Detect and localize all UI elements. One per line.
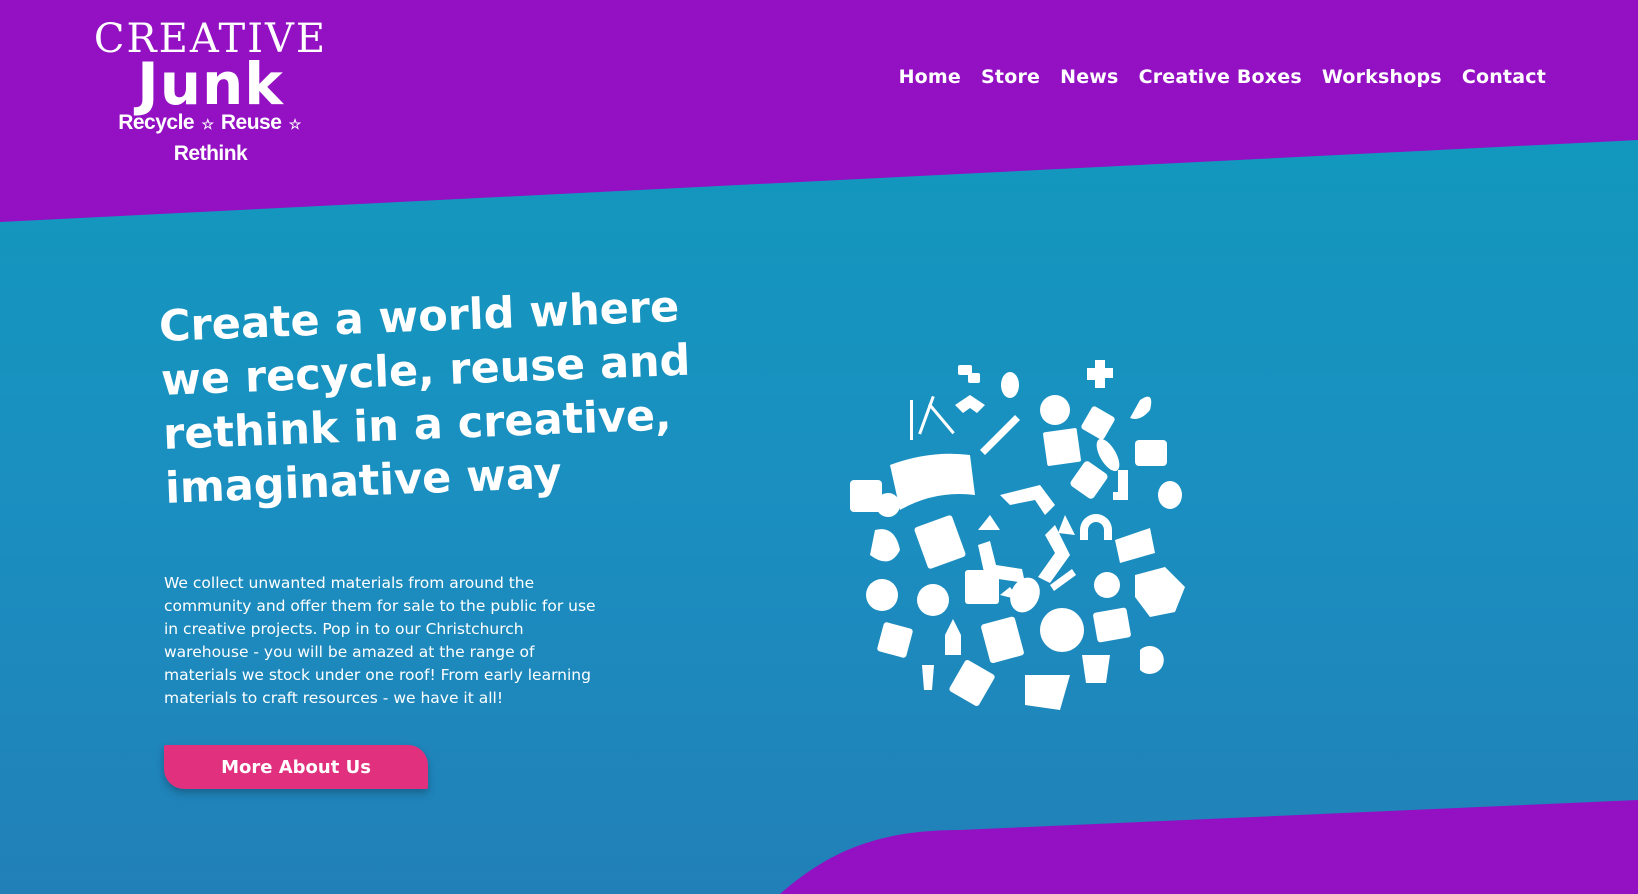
star-icon: ☆ [201, 116, 214, 132]
main-nav: Home Store News Creative Boxes Workshops… [899, 66, 1546, 88]
site-logo[interactable]: CREATIVE Junk Recycle ☆ Reuse ☆ Rethink [88, 18, 333, 165]
nav-creative-boxes[interactable]: Creative Boxes [1139, 66, 1302, 88]
hero-description: We collect unwanted materials from aroun… [164, 574, 596, 707]
nav-workshops[interactable]: Workshops [1322, 66, 1442, 88]
logo-junk: Junk [137, 50, 284, 118]
nav-home[interactable]: Home [899, 66, 961, 88]
nav-contact[interactable]: Contact [1462, 66, 1546, 88]
logo-tagline-rethink: Rethink [173, 142, 248, 165]
logo-tagline: Recycle ☆ Reuse ☆ Rethink [88, 108, 333, 169]
material-items [850, 360, 1185, 710]
logo-tagline-reuse: Reuse [220, 111, 282, 134]
nav-news[interactable]: News [1060, 66, 1118, 88]
star-icon: ☆ [288, 116, 302, 132]
nav-store[interactable]: Store [981, 66, 1040, 88]
logo-tagline-recycle: Recycle [118, 111, 195, 134]
footer-wave [780, 800, 1638, 894]
recycled-materials-cloud-icon [850, 360, 1185, 710]
more-about-us-button[interactable]: More About Us [164, 745, 428, 789]
hero-title: Create a world where we recycle, reuse a… [158, 282, 692, 514]
